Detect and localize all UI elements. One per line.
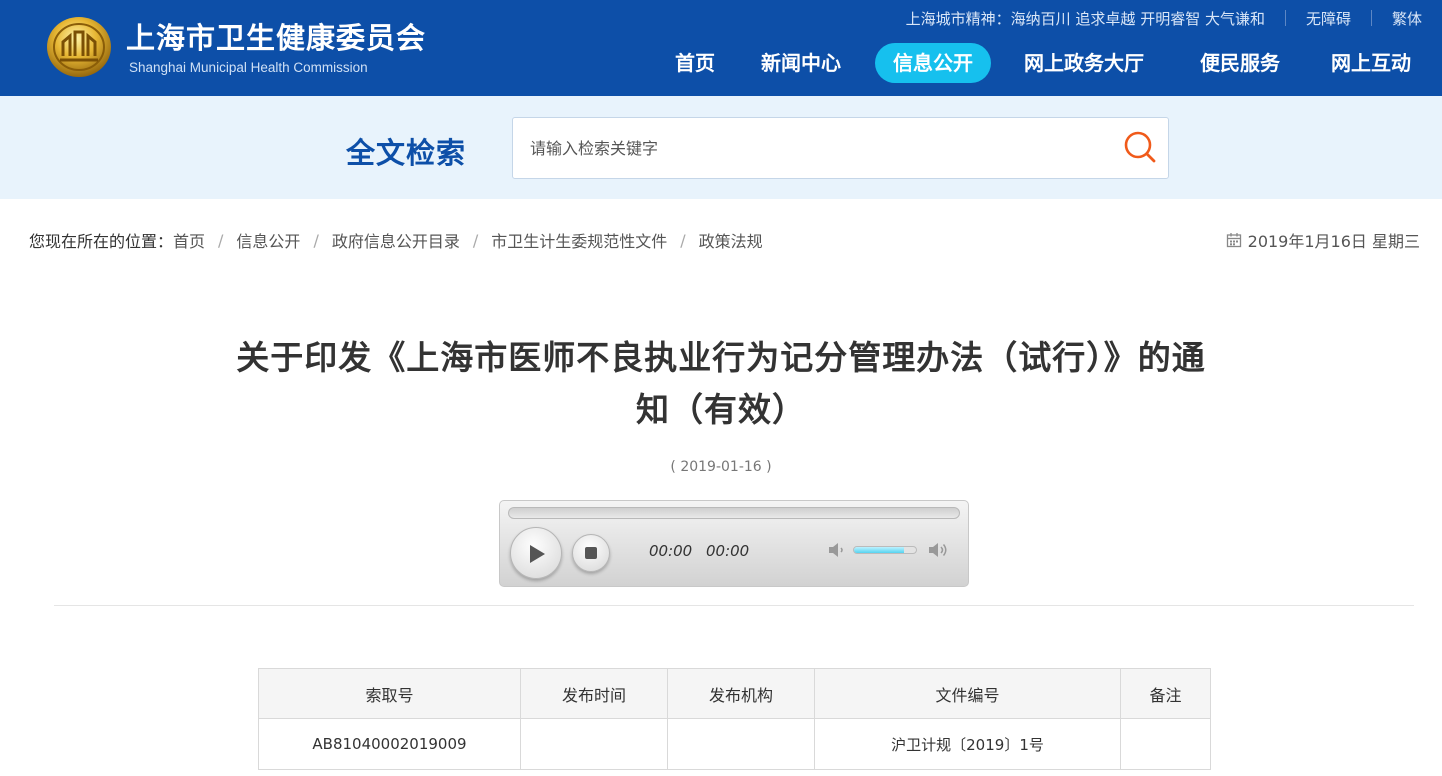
article-title-line1: 关于印发《上海市医师不良执业行为记分管理办法（试行）》的通 [236,338,1206,377]
mute-icon[interactable] [826,539,848,561]
table-cell-publisher [667,718,815,770]
article-title: 关于印发《上海市医师不良执业行为记分管理办法（试行）》的通 知（有效） [170,332,1272,436]
table-header-cell: 索取号 [258,668,521,719]
breadcrumb-normative-documents[interactable]: 市卫生计生委规范性文件 [491,228,667,252]
table-header-cell: 发布时间 [520,668,668,719]
article-title-line2: 知（有效） [636,390,806,429]
breadcrumb-separator: / [680,230,686,250]
top-utility-bar: 上海城市精神：海纳百川 追求卓越 开明睿智 大气谦和 无障碍 繁体 [906,7,1422,29]
nav-item-public-services[interactable]: 便民服务 [1200,43,1280,83]
play-icon [530,545,545,563]
table-row: AB81040002019009 沪卫计规〔2019〕1号 [258,718,1211,770]
table-cell-document-number: 沪卫计规〔2019〕1号 [814,718,1121,770]
current-date: 2019年1月16日 星期三 [1226,229,1420,251]
publish-date: ( 2019-01-16 ) [670,459,772,475]
current-time: 00:00 [649,542,693,560]
search-title: 全文检索 [346,136,467,170]
table-header-cell: 文件编号 [814,668,1121,719]
accessibility-link[interactable]: 无障碍 [1306,8,1351,29]
nav-item-news[interactable]: 新闻中心 [761,43,841,83]
breadcrumb-home[interactable]: 首页 [173,228,205,252]
table-header-row: 索取号 发布时间 发布机构 文件编号 备注 [258,668,1211,719]
volume-slider[interactable] [853,546,917,554]
content-divider [54,605,1414,606]
duration-time: 00:00 [706,542,750,560]
breadcrumb-info-disclosure[interactable]: 信息公开 [236,228,300,252]
nav-item-home[interactable]: 首页 [675,43,715,83]
table-cell-index-number: AB81040002019009 [258,718,521,770]
site-header: 上海市卫生健康委员会 Shanghai Municipal Health Com… [0,0,1442,96]
volume-level [854,547,904,553]
table-header-cell: 发布机构 [667,668,815,719]
divider [1370,10,1372,26]
breadcrumb-lead: 您现在所在的位置： [29,232,174,251]
breadcrumb-policies[interactable]: 政策法规 [699,228,763,252]
document-info-table: 索取号 发布时间 发布机构 文件编号 备注 AB81040002019009 沪… [258,668,1211,770]
main-nav: 首页 新闻中心 信息公开 网上政务大厅 便民服务 网上互动 [0,43,1442,83]
traditional-chinese-link[interactable]: 繁体 [1392,8,1422,29]
stop-icon [585,547,597,559]
search-input[interactable] [518,127,1108,169]
play-button[interactable] [510,527,562,579]
table-cell-remarks [1120,718,1211,770]
audio-player: 00:00 00:00 [499,500,969,587]
breadcrumb-disclosure-catalog[interactable]: 政府信息公开目录 [332,228,460,252]
breadcrumb-separator: / [218,230,224,250]
table-header-cell: 备注 [1120,668,1211,719]
audio-progress-bar[interactable] [508,507,960,519]
table-cell-publish-time [520,718,668,770]
stop-button[interactable] [572,534,610,572]
breadcrumb-separator: / [472,230,479,250]
search-icon[interactable] [1120,128,1160,168]
city-spirit-text: 上海城市精神：海纳百川 追求卓越 开明睿智 大气谦和 [905,9,1265,28]
volume-max-icon[interactable] [926,539,950,561]
breadcrumb-separator: / [313,230,319,250]
divider [1284,10,1286,26]
nav-item-online-services[interactable]: 网上政务大厅 [1024,43,1144,83]
nav-item-info-disclosure[interactable]: 信息公开 [875,43,991,83]
nav-item-online-interaction[interactable]: 网上互动 [1331,43,1411,83]
date-text: 2019年1月16日 星期三 [1247,232,1420,251]
breadcrumb: 您现在所在的位置： 首页 / 信息公开 / 政府信息公开目录 / 市卫生计生委规… [29,228,763,252]
calendar-icon [1226,233,1241,248]
